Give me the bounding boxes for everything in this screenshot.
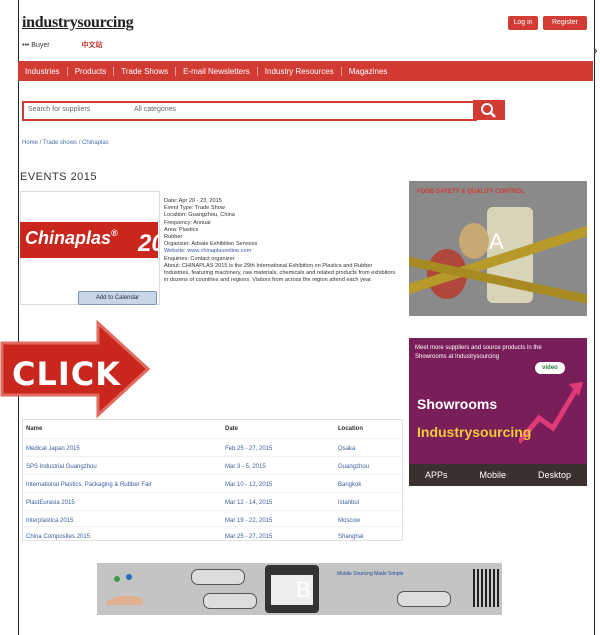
- ad-b-label: B: [296, 577, 311, 602]
- nav-item-resources[interactable]: Industry Resources: [258, 66, 342, 76]
- event-location: Shanghai: [338, 534, 364, 540]
- nav-item-trade-shows[interactable]: Trade Shows: [114, 66, 177, 76]
- login-button[interactable]: Log in: [508, 16, 538, 30]
- event-name-link[interactable]: China Composites 2015: [26, 534, 90, 540]
- showrooms-footer-apps: APPs: [424, 470, 448, 480]
- event-detail: Organizer: Adsale Exhibition Services: [164, 241, 258, 248]
- event-name-link[interactable]: International Plastics, Packaging & Rubb…: [26, 482, 152, 488]
- nav-item-newsletters[interactable]: E-mail Newsletters: [176, 66, 258, 76]
- click-arrow-badge[interactable]: CLICK: [0, 319, 151, 419]
- add-to-calendar-button[interactable]: Add to Calendar: [78, 291, 157, 305]
- event-detail: Event Type: Trade Show: [164, 205, 225, 212]
- main-nav: Industries Products Trade Shows E-mail N…: [18, 61, 593, 81]
- phone-icon: [265, 565, 319, 613]
- event-detail: Date: Apr 20 - 23, 2015: [164, 198, 222, 204]
- table-header-row: Name Date Location: [23, 420, 402, 440]
- chinaplas-logo: Chinaplas® 20: [20, 222, 158, 258]
- showrooms-ad-text: Meet more suppliers and source products …: [415, 345, 542, 360]
- nav-item-magazines[interactable]: Magazines: [342, 67, 395, 76]
- event-location: Bangkok: [338, 482, 362, 488]
- event-location: Moscow: [338, 518, 361, 524]
- showrooms-ad-title: Showrooms: [417, 396, 498, 412]
- event-name-link[interactable]: Interplastica 2015: [26, 518, 73, 524]
- search-button[interactable]: [473, 100, 505, 120]
- site-logo[interactable]: industrysourcing: [22, 14, 134, 32]
- ad-b-bubble: [203, 593, 257, 609]
- scroll-arrow-icon[interactable]: ›: [593, 42, 598, 60]
- showrooms-footer-mobile: Mobile: [479, 470, 506, 480]
- event-detail: Enquiries: Contact organizer: [164, 255, 235, 262]
- event-detail: Area: Plastics: [164, 226, 199, 233]
- showrooms-ad-footer: APPs Mobile Desktop: [409, 464, 587, 486]
- breadcrumb[interactable]: Home / Trade shows / Chinaplas: [22, 140, 109, 146]
- ad-a-egg-shape: [459, 223, 489, 259]
- table-header-date: Date: [225, 426, 239, 432]
- event-name-link[interactable]: SPS Industrial Guangzhou: [26, 464, 97, 470]
- event-date: Mar 19 - 22, 2015: [225, 518, 273, 524]
- ad-b-text: Mobile Sourcing Made Simple: [337, 571, 404, 577]
- event-description: About: CHINAPLAS 2015 is the 29th Intern…: [164, 262, 396, 284]
- showrooms-footer-desktop: Desktop: [537, 470, 571, 480]
- search-icon: [481, 103, 496, 118]
- event-location: Osaka: [338, 446, 356, 452]
- search-category-select[interactable]: All categories: [134, 106, 176, 113]
- ad-banner-a[interactable]: FOOD SAFETY & QUALITY CONTROL A: [409, 181, 587, 316]
- table-row[interactable]: China Composites 2015 Mar 25 - 27, 2015 …: [23, 526, 402, 547]
- click-label: CLICK: [12, 355, 122, 393]
- sublogo-left: ••• Buyer: [22, 42, 50, 49]
- nav-item-products[interactable]: Products: [68, 66, 115, 76]
- event-website-link[interactable]: Website: www.chinaplasonline.com: [164, 248, 398, 255]
- hand-icon: [107, 574, 143, 605]
- qr-code-icon: [473, 569, 499, 607]
- event-date: Mar 12 - 14, 2015: [225, 500, 273, 506]
- table-header-location: Location: [338, 426, 363, 432]
- ad-b-bubble: [397, 591, 451, 607]
- register-button[interactable]: Register: [543, 16, 587, 30]
- event-detail: Location: Guangzhou, China: [164, 212, 235, 219]
- event-date: Mar 25 - 27, 2015: [225, 534, 273, 540]
- search-field-placeholder: Search for suppliers: [28, 106, 91, 113]
- ad-a-headline: FOOD SAFETY & QUALITY CONTROL: [417, 189, 525, 195]
- site-sublogo: ••• Buyer 中文站: [22, 40, 103, 50]
- showrooms-ad[interactable]: Meet more suppliers and source products …: [409, 338, 587, 486]
- table-header-name: Name: [26, 426, 43, 432]
- event-date: Mar 3 - 5, 2015: [225, 464, 266, 470]
- page-title: EVENTS 2015: [20, 171, 98, 183]
- search-input[interactable]: Search for suppliers All categories: [22, 101, 477, 121]
- sublogo-chinese-link[interactable]: 中文站: [82, 42, 103, 49]
- nav-item-industries[interactable]: Industries: [18, 66, 68, 76]
- showrooms-ad-brand: Industrysourcing: [417, 424, 532, 440]
- event-date: Feb 25 - 27, 2015: [225, 446, 273, 452]
- event-location: Istanbul: [338, 500, 360, 506]
- related-events-table: Name Date Location Medical Japan 2015 Fe…: [22, 419, 403, 541]
- event-name-link[interactable]: PlastEurasia 2015: [26, 500, 75, 506]
- video-badge: video: [535, 362, 565, 374]
- event-detail: Frequency: Annual: [164, 219, 211, 226]
- ad-a-label: A: [489, 229, 504, 254]
- ad-b-bubble: [191, 569, 245, 585]
- event-date: Mar 10 - 12, 2015: [225, 482, 273, 488]
- event-details: Date: Apr 20 - 23, 2015 Event Type: Trad…: [164, 198, 398, 284]
- event-detail: Rubber: [164, 234, 183, 241]
- ad-banner-b[interactable]: B Mobile Sourcing Made Simple: [97, 563, 502, 615]
- event-name-link[interactable]: Medical Japan 2015: [26, 446, 80, 452]
- event-location: Guangzhou: [338, 464, 370, 470]
